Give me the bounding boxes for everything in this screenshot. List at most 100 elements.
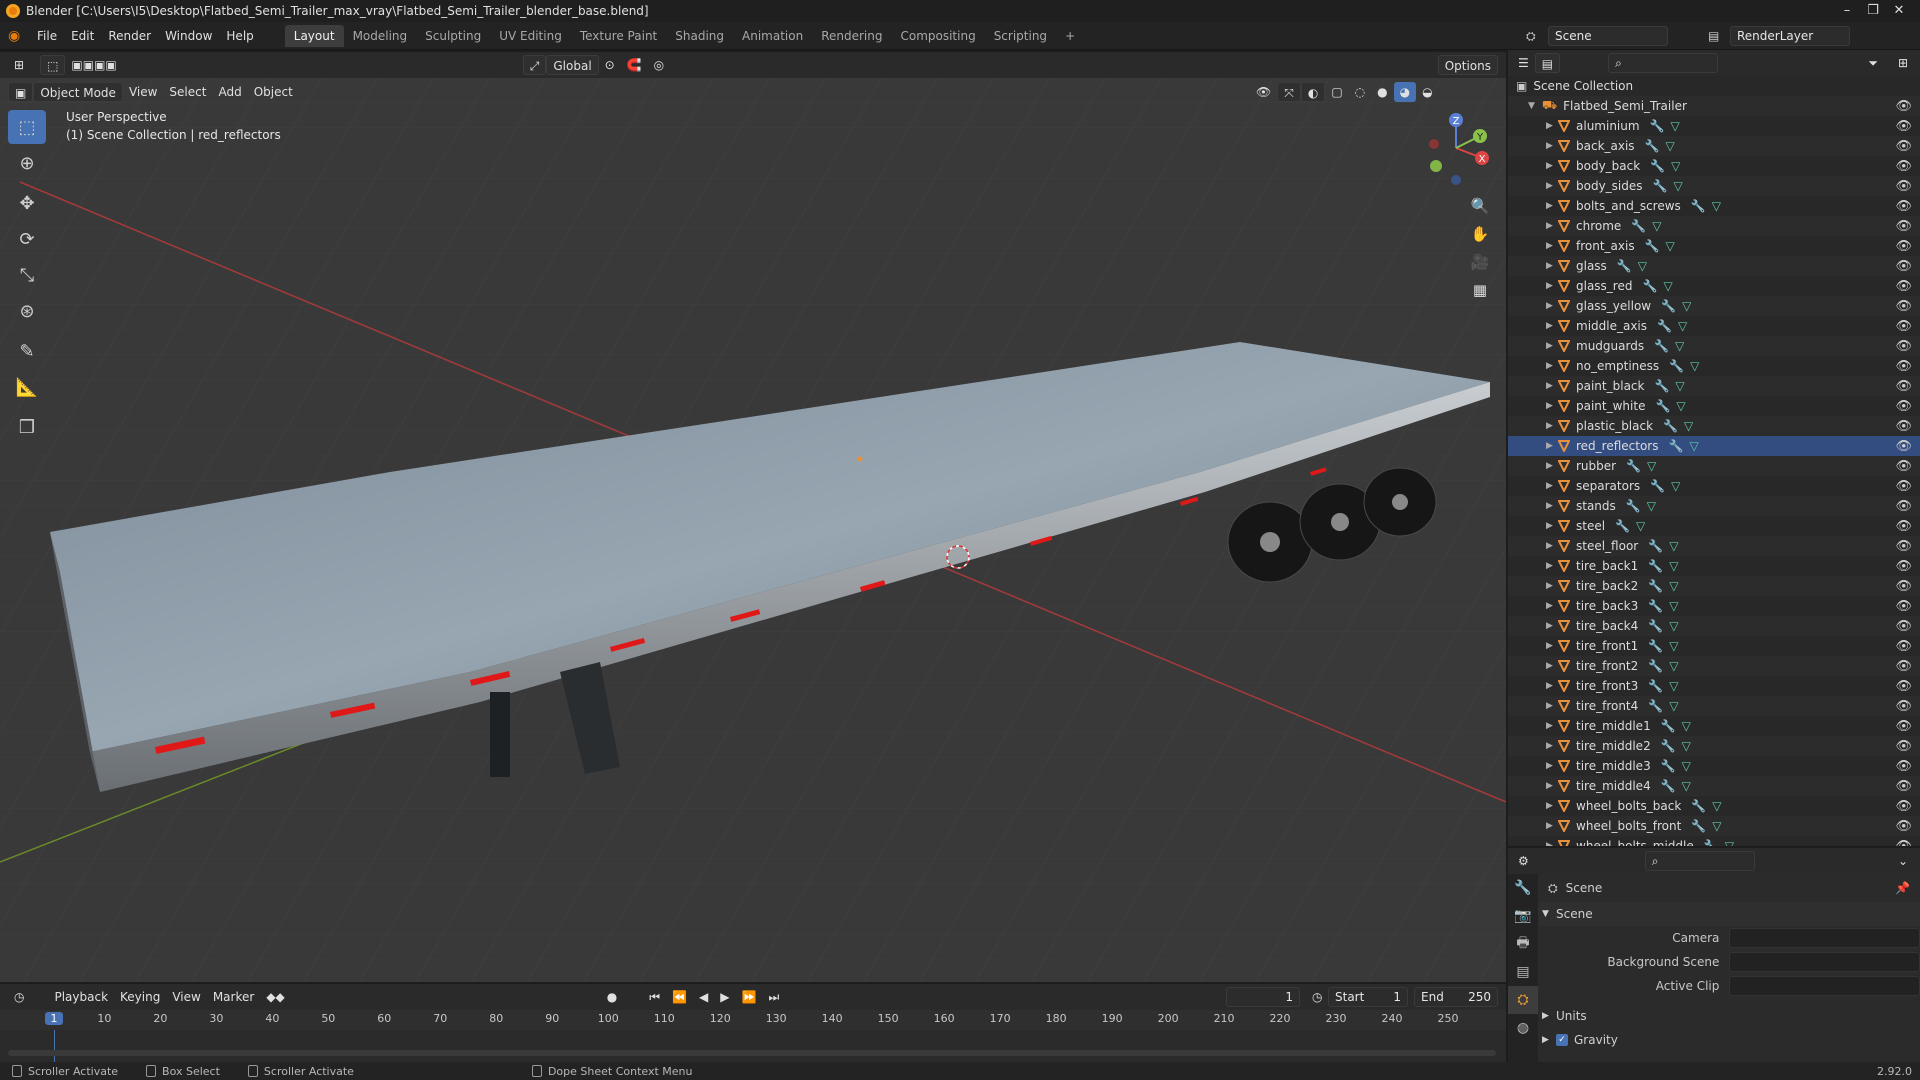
outliner-object-row[interactable]: ▶ separators 🔧 ▽ 👁 bbox=[1508, 476, 1920, 496]
modifier-wrench-icon[interactable]: 🔧 bbox=[1691, 819, 1706, 833]
mesh-data-icon[interactable]: ▽ bbox=[1725, 839, 1734, 846]
expand-toggle-icon[interactable]: ▶ bbox=[1546, 761, 1556, 771]
outliner-object-row[interactable]: ▶ tire_middle1 🔧 ▽ 👁 bbox=[1508, 716, 1920, 736]
eye-icon[interactable]: 👁 bbox=[1895, 319, 1912, 334]
expand-toggle-icon[interactable]: ▶ bbox=[1546, 321, 1556, 331]
outliner-object-row[interactable]: ▶ tire_middle4 🔧 ▽ 👁 bbox=[1508, 776, 1920, 796]
eye-icon[interactable]: 👁 bbox=[1895, 719, 1912, 734]
outliner-object-row[interactable]: ▶ tire_front2 🔧 ▽ 👁 bbox=[1508, 656, 1920, 676]
outliner-object-row[interactable]: ▶ aluminium 🔧 ▽ 👁 bbox=[1508, 116, 1920, 136]
outliner-editor-type-icon[interactable]: ☰ bbox=[1512, 53, 1535, 73]
eye-icon[interactable]: 👁 bbox=[1895, 259, 1912, 274]
cursor-tool-icon[interactable]: ⊕ bbox=[8, 146, 46, 180]
navigation-gizmo[interactable]: Z X Y bbox=[1416, 108, 1496, 188]
outliner-object-row[interactable]: ▶ tire_front3 🔧 ▽ 👁 bbox=[1508, 676, 1920, 696]
mesh-data-icon[interactable]: ▽ bbox=[1676, 399, 1685, 413]
mesh-data-icon[interactable]: ▽ bbox=[1666, 239, 1675, 253]
frame-ruler[interactable]: 1 10 20 30 40 50 60 70 80 90 100 110 120 130 140 150 160… bbox=[0, 1010, 1506, 1030]
view-layer-icon[interactable]: ▤ bbox=[1708, 29, 1730, 43]
tab-rendering[interactable]: Rendering bbox=[812, 25, 891, 47]
expand-toggle-icon[interactable]: ▶ bbox=[1546, 561, 1556, 571]
outliner-object-row[interactable]: ▶ tire_back1 🔧 ▽ 👁 bbox=[1508, 556, 1920, 576]
eye-icon[interactable]: 👁 bbox=[1895, 399, 1912, 414]
select-tool-icon[interactable]: ⬚ bbox=[40, 55, 66, 75]
scene-selector[interactable]: Scene bbox=[1548, 26, 1668, 46]
mesh-data-icon[interactable]: ▽ bbox=[1682, 759, 1691, 773]
eye-icon[interactable]: 👁 bbox=[1895, 779, 1912, 794]
world-tab-icon[interactable]: ◍ bbox=[1508, 1014, 1538, 1042]
pin-icon[interactable]: 📌 bbox=[1895, 881, 1910, 895]
modifier-wrench-icon[interactable]: 🔧 bbox=[1661, 739, 1676, 753]
modifier-wrench-icon[interactable]: 🔧 bbox=[1654, 339, 1669, 353]
expand-toggle-icon[interactable]: ▶ bbox=[1546, 581, 1556, 591]
outliner-object-row[interactable]: ▶ glass 🔧 ▽ 👁 bbox=[1508, 256, 1920, 276]
filter-icon[interactable]: ⏷ bbox=[1862, 53, 1884, 73]
outliner-object-row[interactable]: ▶ chrome 🔧 ▽ 👁 bbox=[1508, 216, 1920, 236]
timeline-area[interactable]: 1 10 20 30 40 50 60 70 80 90 100 110 120 130 140 150 160… bbox=[0, 1010, 1506, 1062]
viewport-menu-view[interactable]: View bbox=[123, 82, 163, 102]
mesh-data-icon[interactable]: ▽ bbox=[1675, 379, 1684, 393]
view-layer-tab-icon[interactable]: ▤ bbox=[1508, 958, 1538, 986]
gravity-checkbox[interactable]: ✓ bbox=[1556, 1034, 1568, 1046]
expand-toggle-icon[interactable]: ▶ bbox=[1546, 121, 1556, 131]
eye-icon[interactable]: 👁 bbox=[1895, 219, 1912, 234]
add-workspace-button[interactable]: + bbox=[1056, 25, 1084, 47]
expand-toggle-icon[interactable]: ▶ bbox=[1546, 281, 1556, 291]
expand-toggle-icon[interactable]: ▶ bbox=[1546, 181, 1556, 191]
expand-toggle-icon[interactable]: ▶ bbox=[1546, 301, 1556, 311]
expand-toggle-icon[interactable]: ▶ bbox=[1546, 781, 1556, 791]
scene-panel-header[interactable]: ▼ Scene bbox=[1538, 902, 1920, 926]
blender-menu-icon[interactable]: ◉ bbox=[8, 28, 30, 44]
wireframe-shading-icon[interactable]: ◌ bbox=[1349, 82, 1371, 102]
gravity-panel-header[interactable]: ▶ ✓ Gravity bbox=[1538, 1028, 1920, 1052]
expand-toggle-icon[interactable]: ▶ bbox=[1546, 601, 1556, 611]
proportional-edit-icon[interactable]: ◎ bbox=[648, 55, 670, 75]
tab-modeling[interactable]: Modeling bbox=[344, 25, 417, 47]
mesh-data-icon[interactable]: ▽ bbox=[1712, 799, 1721, 813]
transform-orientation-select[interactable]: Global bbox=[546, 55, 599, 75]
mesh-data-icon[interactable]: ▽ bbox=[1712, 199, 1721, 213]
expand-toggle-icon[interactable]: ▶ bbox=[1546, 841, 1556, 846]
pan-hand-icon[interactable]: ✋ bbox=[1466, 220, 1494, 248]
snap-icon[interactable]: 🧲 bbox=[621, 55, 648, 75]
timeline-menu-view[interactable]: View bbox=[166, 987, 206, 1007]
outliner-object-row[interactable]: ▶ glass_red 🔧 ▽ 👁 bbox=[1508, 276, 1920, 296]
menu-edit[interactable]: Edit bbox=[64, 25, 101, 47]
modifier-wrench-icon[interactable]: 🔧 bbox=[1691, 199, 1706, 213]
annotate-tool-icon[interactable]: ✎ bbox=[8, 334, 46, 368]
measure-tool-icon[interactable]: 📐 bbox=[8, 370, 46, 404]
solid-shading-icon[interactable]: ● bbox=[1371, 82, 1393, 102]
expand-toggle-icon[interactable]: ▶ bbox=[1546, 381, 1556, 391]
modifier-wrench-icon[interactable]: 🔧 bbox=[1642, 279, 1657, 293]
outliner-object-row[interactable]: ▶ tire_middle2 🔧 ▽ 👁 bbox=[1508, 736, 1920, 756]
mesh-data-icon[interactable]: ▽ bbox=[1647, 459, 1656, 473]
expand-toggle-icon[interactable]: ▶ bbox=[1546, 201, 1556, 211]
eye-icon[interactable]: 👁 bbox=[1895, 699, 1912, 714]
expand-toggle-icon[interactable]: ▶ bbox=[1546, 221, 1556, 231]
preview-range-icon[interactable]: ◷ bbox=[1306, 987, 1328, 1007]
mesh-data-icon[interactable]: ▽ bbox=[1689, 439, 1698, 453]
modifier-wrench-icon[interactable]: 🔧 bbox=[1657, 319, 1672, 333]
expand-toggle-icon[interactable]: ▶ bbox=[1546, 681, 1556, 691]
outliner-object-row[interactable]: ▶ body_sides 🔧 ▽ 👁 bbox=[1508, 176, 1920, 196]
outliner-object-row[interactable]: ▶ mudguards 🔧 ▽ 👁 bbox=[1508, 336, 1920, 356]
modifier-wrench-icon[interactable]: 🔧 bbox=[1648, 539, 1663, 553]
tab-sculpting[interactable]: Sculpting bbox=[416, 25, 490, 47]
viewport-menu-add[interactable]: Add bbox=[212, 82, 247, 102]
panel-collapsed-icon[interactable]: ▶ bbox=[1542, 1035, 1556, 1045]
modifier-wrench-icon[interactable]: 🔧 bbox=[1661, 299, 1676, 313]
collection-row[interactable]: ▼ ⛟ Flatbed_Semi_Trailer 👁 bbox=[1508, 96, 1920, 116]
mesh-data-icon[interactable]: ▽ bbox=[1682, 299, 1691, 313]
active-clip-field[interactable] bbox=[1729, 976, 1920, 996]
eye-icon[interactable]: 👁 bbox=[1895, 459, 1912, 474]
expand-toggle-icon[interactable]: ▶ bbox=[1546, 821, 1556, 831]
mesh-data-icon[interactable]: ▽ bbox=[1669, 619, 1678, 633]
modifier-wrench-icon[interactable]: 🔧 bbox=[1663, 419, 1678, 433]
mesh-data-icon[interactable]: ▽ bbox=[1669, 639, 1678, 653]
outliner-object-row[interactable]: ▶ steel 🔧 ▽ 👁 bbox=[1508, 516, 1920, 536]
outliner-object-row[interactable]: ▶ glass_yellow 🔧 ▽ 👁 bbox=[1508, 296, 1920, 316]
expand-toggle-icon[interactable]: ▶ bbox=[1546, 541, 1556, 551]
modifier-wrench-icon[interactable]: 🔧 bbox=[1669, 439, 1684, 453]
timeline-menu-marker[interactable]: Marker bbox=[207, 987, 260, 1007]
modifier-wrench-icon[interactable]: 🔧 bbox=[1653, 179, 1668, 193]
